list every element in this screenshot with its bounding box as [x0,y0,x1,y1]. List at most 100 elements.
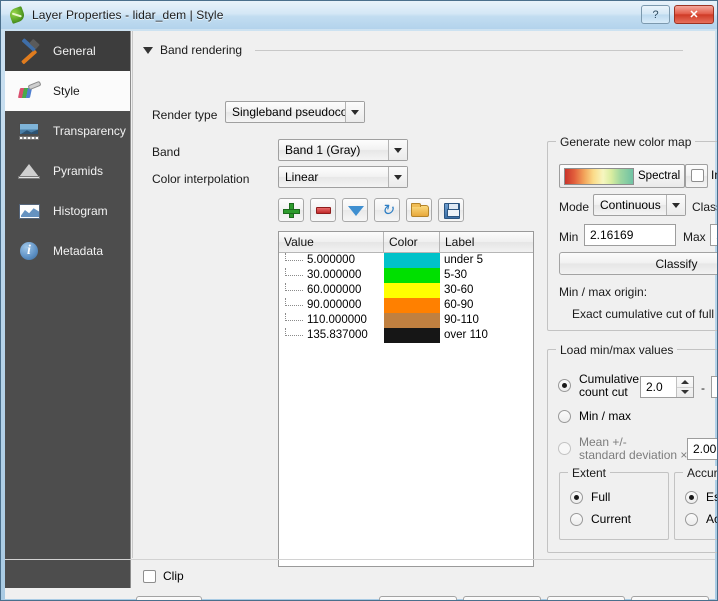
cell-value: 110.000000 [279,313,384,328]
help-button[interactable]: Help [631,596,709,600]
classify-button[interactable]: Classify [559,252,717,275]
pyramid-icon [17,159,43,183]
color-ramp-combo[interactable]: Spectral [559,164,685,188]
extent-current-radio[interactable] [570,512,583,526]
cell-value: 135.837000 [279,328,384,343]
cumulative-high-spinbox[interactable]: 98.0 [711,376,717,398]
table-row[interactable]: 5.000000 under 5 [279,253,533,268]
mode-combo[interactable]: Continuous [593,194,686,216]
color-interpolation-combo[interactable]: Linear [278,166,408,188]
tree-branch-icon [285,298,303,306]
min-max-option[interactable]: Min / max [558,409,631,423]
cell-color-swatch[interactable] [384,283,440,298]
reload-button[interactable]: ↻ [374,198,400,222]
cumulative-label-line1: Cumulative [579,372,640,386]
sidebar-item-label: Transparency [53,124,126,138]
sidebar-item-label: General [53,44,96,58]
sort-entries-button[interactable] [342,198,368,222]
save-colormap-button[interactable] [438,198,464,222]
cumulative-low-value: 2.0 [646,380,663,394]
band-value: Band 1 (Gray) [285,143,361,157]
cell-label: 30-60 [444,284,474,296]
extent-current-label: Current [591,512,632,526]
section-title: Band rendering [160,43,243,57]
tree-branch-icon [285,313,303,321]
band-combo[interactable]: Band 1 (Gray) [278,139,408,161]
stddev-spinbox[interactable]: 2.00 [687,438,717,460]
accuracy-option-estimate[interactable]: Estimate (faster) [685,490,717,504]
cell-color-swatch[interactable] [384,313,440,328]
band-rendering-section-header[interactable]: Band rendering [143,43,683,57]
column-header-label[interactable]: Label [440,232,533,253]
classes-label: Classes [692,200,717,214]
min-max-radio[interactable] [558,409,571,423]
invert-checkbox-row[interactable]: Invert [691,168,717,182]
sidebar-item-metadata[interactable]: i Metadata [5,231,130,271]
spinner-down-icon[interactable] [677,388,693,398]
max-label: Max [683,230,706,244]
cell-label: under 5 [444,254,484,266]
invert-checkbox[interactable] [691,168,704,182]
cell-color-swatch[interactable] [384,328,440,343]
spinner-up-icon[interactable] [677,377,693,388]
color-interpolation-value: Linear [285,170,319,184]
remove-entry-button[interactable] [310,198,336,222]
extent-option-full[interactable]: Full [570,490,610,504]
cell-label: 90-110 [444,314,479,326]
extent-group: Extent Full Current [559,466,669,540]
table-row[interactable]: 110.000000 90-110 [279,313,533,328]
accuracy-actual-label: Actual (slower) [706,512,717,526]
add-entry-button[interactable] [278,198,304,222]
tree-branch-icon [285,253,303,261]
table-row[interactable]: 135.837000 over 110 [279,328,533,343]
cumulative-low-spinbox[interactable]: 2.0 [640,376,694,398]
mean-stddev-label-line2: standard deviation × [579,447,688,462]
sidebar-item-histogram[interactable]: Histogram [5,191,130,231]
cumulative-count-cut-radio[interactable] [558,379,571,392]
cell-color-swatch[interactable] [384,253,440,268]
table-header-row: Value Color Label [279,232,533,253]
column-header-color[interactable]: Color [384,232,440,253]
apply-button[interactable]: Apply [547,596,625,600]
ok-button[interactable]: OK [379,596,457,600]
spinner-buttons[interactable] [676,377,693,397]
chevron-down-icon [143,46,153,54]
sidebar-item-transparency[interactable]: Transparency [5,111,130,151]
title-bar[interactable]: Layer Properties - lidar_dem | Style ? ✕ [1,1,717,29]
mode-label: Mode [559,200,590,214]
cell-value: 60.000000 [279,283,384,298]
help-titlebar-button[interactable]: ? [641,5,670,24]
column-header-value[interactable]: Value [279,232,384,253]
table-row[interactable]: 90.000000 60-90 [279,298,533,313]
max-input[interactable]: 135.837 [710,224,717,246]
sidebar-item-pyramids[interactable]: Pyramids [5,151,130,191]
extent-option-current[interactable]: Current [570,512,631,526]
table-row[interactable]: 30.000000 5-30 [279,268,533,283]
accuracy-estimate-radio[interactable] [685,490,698,504]
render-type-combo[interactable]: Singleband pseudocolor [225,101,365,123]
mean-stddev-option[interactable]: Mean +/- standard deviation × [558,436,687,461]
min-input[interactable]: 2.16169 [584,224,676,246]
accuracy-option-actual[interactable]: Actual (slower) [685,512,717,526]
style-menu-button[interactable]: Style [136,596,202,600]
mean-stddev-radio[interactable] [558,442,571,455]
cumulative-count-cut-option[interactable]: Cumulative count cut [558,373,639,398]
cancel-button[interactable]: Cancel [463,596,541,600]
style-panel: Band rendering Render type Singleband ps… [132,31,717,567]
accuracy-actual-radio[interactable] [685,512,698,526]
extent-full-radio[interactable] [570,490,583,504]
clip-checkbox-row[interactable]: Clip [143,569,184,583]
qgis-leaf-icon [8,5,26,24]
cell-color-swatch[interactable] [384,298,440,313]
clip-checkbox[interactable] [143,569,156,583]
extent-full-label: Full [591,490,611,504]
sidebar-item-style[interactable]: Style [5,71,130,111]
close-icon[interactable]: ✕ [674,5,714,24]
table-row[interactable]: 60.000000 30-60 [279,283,533,298]
cell-color-swatch[interactable] [384,268,440,283]
cell-label: 5-30 [444,269,468,281]
colormap-table[interactable]: Value Color Label 5.000000 under 5 30.0000… [278,231,534,567]
load-colormap-button[interactable] [406,198,432,222]
sidebar-item-general[interactable]: General [5,31,130,71]
stddev-value: 2.00 [693,442,717,456]
